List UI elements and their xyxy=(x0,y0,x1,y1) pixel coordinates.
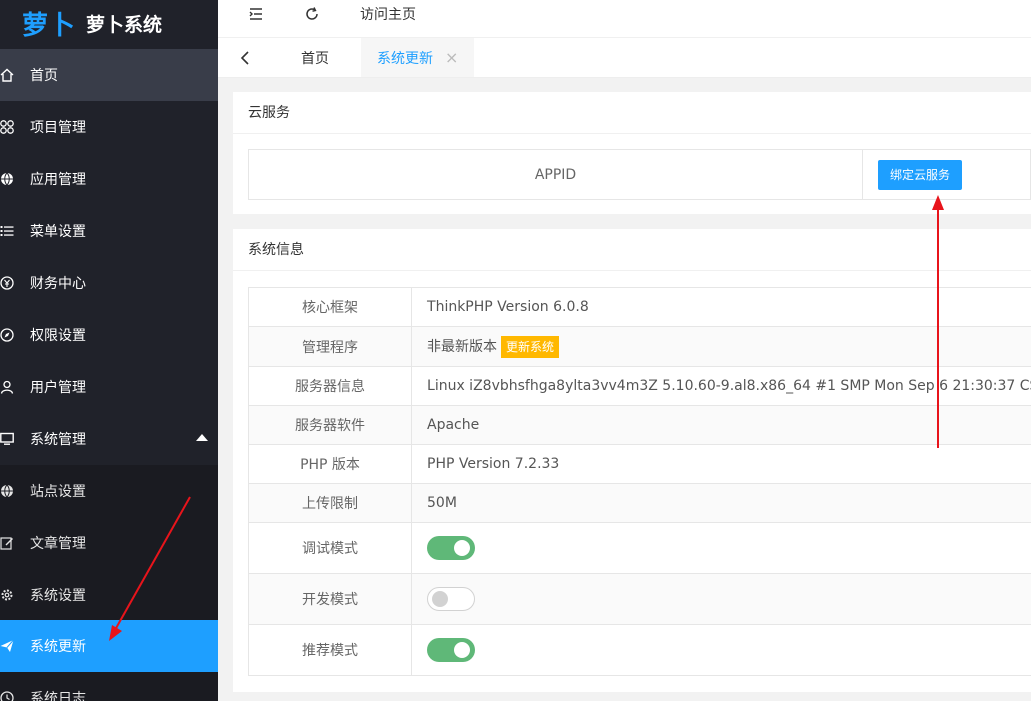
row-value: 50M xyxy=(411,483,1031,523)
sidebar-item-label: 系统日志 xyxy=(30,691,86,701)
row-value: Linux iZ8vbhsfhga8ylta3vv4m3Z 5.10.60-9.… xyxy=(411,366,1031,406)
compass-icon xyxy=(0,328,14,342)
sidebar-item-label: 站点设置 xyxy=(30,484,86,500)
table-row: 调试模式 xyxy=(247,522,1031,574)
system-info-card: 系统信息 核心框架 ThinkPHP Version 6.0.8 管理程序 非最… xyxy=(233,229,1031,692)
menu-toggle-icon[interactable] xyxy=(246,4,266,24)
table-row: 管理程序 非最新版本 更新系统 xyxy=(247,326,1031,367)
recommend-mode-toggle[interactable] xyxy=(427,638,476,662)
sidebar-item-label: 用户管理 xyxy=(30,380,86,396)
row-key: 核心框架 xyxy=(247,287,413,327)
logo-mark: 萝卜 xyxy=(22,11,77,41)
logo: 萝卜 萝卜系统 xyxy=(0,0,218,47)
row-value: Apache xyxy=(411,405,1031,445)
edit-icon xyxy=(0,536,14,550)
tab-label: 系统更新 xyxy=(377,50,433,67)
cloud-table: APPID 绑定云服务 xyxy=(247,149,1031,200)
sidebar-item-label: 财务中心 xyxy=(30,276,86,292)
sidebar-item-label: 文章管理 xyxy=(30,536,86,552)
row-key: 服务器信息 xyxy=(247,366,413,406)
table-row: 推荐模式 xyxy=(247,624,1031,676)
sidebar-item-home[interactable]: 首页 xyxy=(0,49,218,101)
row-key: 管理程序 xyxy=(247,326,413,367)
debug-mode-toggle[interactable] xyxy=(427,536,476,560)
clock-icon xyxy=(0,691,14,701)
chevron-up-icon xyxy=(196,434,208,441)
sidebar-item-label: 系统更新 xyxy=(30,639,86,655)
sidebar-subitem-site-settings[interactable]: 站点设置 xyxy=(0,465,218,517)
row-key: 推荐模式 xyxy=(247,624,413,676)
monitor-icon xyxy=(0,432,14,446)
list-icon xyxy=(0,224,14,238)
sidebar-item-users[interactable]: 用户管理 xyxy=(0,361,218,413)
logo-text: 萝卜系统 xyxy=(86,14,163,36)
yen-icon xyxy=(0,276,14,290)
sidebar-subitem-system-log[interactable]: 系统日志 xyxy=(0,672,218,701)
visit-home-link[interactable]: 访问主页 xyxy=(360,4,416,24)
row-value-cell: 非最新版本 更新系统 xyxy=(411,326,1031,367)
row-key: PHP 版本 xyxy=(247,444,413,484)
update-system-badge[interactable]: 更新系统 xyxy=(501,335,560,358)
sidebar-subitem-system-update[interactable]: 系统更新 xyxy=(0,620,218,672)
sidebar-item-label: 菜单设置 xyxy=(30,224,86,240)
sidebar-item-label: 权限设置 xyxy=(30,328,86,344)
table-row: 上传限制 50M xyxy=(247,483,1031,523)
sidebar-item-label: 系统管理 xyxy=(30,432,86,448)
tab-system-update[interactable]: 系统更新 × xyxy=(361,38,475,77)
globe-icon xyxy=(0,484,14,498)
sidebar: 萝卜 萝卜系统 首页 项目管理 应用管理 菜单设置 财务中心 权限设置 用户管理… xyxy=(0,0,218,701)
appid-label: APPID xyxy=(247,149,864,200)
card-title: 系统信息 xyxy=(233,229,1031,271)
sidebar-item-permissions[interactable]: 权限设置 xyxy=(0,309,218,361)
table-row: 服务器信息 Linux iZ8vbhsfhga8ylta3vv4m3Z 5.10… xyxy=(247,366,1031,406)
table-row: 核心框架 ThinkPHP Version 6.0.8 xyxy=(247,287,1031,327)
dev-mode-toggle[interactable] xyxy=(427,587,476,611)
card-title: 云服务 xyxy=(233,92,1031,134)
row-value: PHP Version 7.2.33 xyxy=(411,444,1031,484)
row-key: 服务器软件 xyxy=(247,405,413,445)
gear-icon xyxy=(0,588,14,602)
row-value: ThinkPHP Version 6.0.8 xyxy=(411,287,1031,327)
sidebar-item-apps[interactable]: 应用管理 xyxy=(0,153,218,205)
sidebar-item-finance[interactable]: 财务中心 xyxy=(0,257,218,309)
sidebar-item-system[interactable]: 系统管理 xyxy=(0,413,218,465)
sidebar-item-label: 首页 xyxy=(30,68,58,84)
sidebar-subitem-articles[interactable]: 文章管理 xyxy=(0,517,218,569)
tab-bar: 首页 系统更新 × xyxy=(218,38,1031,78)
send-icon xyxy=(0,639,14,653)
cloud-service-card: 云服务 APPID 绑定云服务 xyxy=(233,92,1031,214)
grid-icon xyxy=(0,120,14,134)
table-row: 服务器软件 Apache xyxy=(247,405,1031,445)
table-row: 开发模式 xyxy=(247,573,1031,625)
close-icon[interactable]: × xyxy=(445,48,458,67)
user-icon xyxy=(0,380,14,394)
sidebar-item-menu[interactable]: 菜单设置 xyxy=(0,205,218,257)
sidebar-item-label: 系统设置 xyxy=(30,588,86,604)
system-info-table: 核心框架 ThinkPHP Version 6.0.8 管理程序 非最新版本 更新… xyxy=(247,287,1031,676)
row-key: 开发模式 xyxy=(247,573,413,625)
refresh-icon[interactable] xyxy=(302,4,322,24)
sidebar-subitem-system-settings[interactable]: 系统设置 xyxy=(0,569,218,621)
bind-cloud-button[interactable]: 绑定云服务 xyxy=(878,159,963,190)
tab-home[interactable]: 首页 xyxy=(301,38,329,77)
home-icon xyxy=(0,68,14,82)
top-header: 访问主页 xyxy=(218,0,1031,38)
row-key: 上传限制 xyxy=(247,483,413,523)
sidebar-item-label: 应用管理 xyxy=(30,172,86,188)
bind-cell: 绑定云服务 xyxy=(862,149,1031,200)
globe-icon xyxy=(0,172,14,186)
sidebar-item-label: 项目管理 xyxy=(30,120,86,136)
row-key: 调试模式 xyxy=(247,522,413,574)
row-value: 非最新版本 xyxy=(427,338,498,355)
table-row: PHP 版本 PHP Version 7.2.33 xyxy=(247,444,1031,484)
sidebar-item-projects[interactable]: 项目管理 xyxy=(0,101,218,153)
chevron-left-icon[interactable] xyxy=(238,50,252,66)
